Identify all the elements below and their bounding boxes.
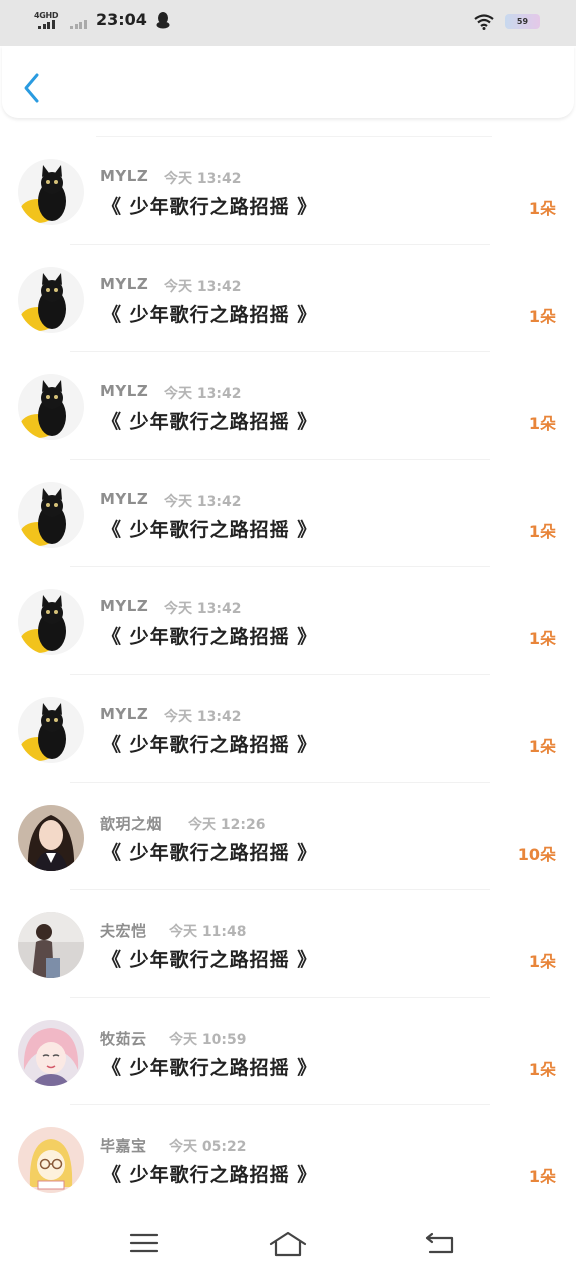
book-title: 《 少年歌行之路招摇 》 — [102, 1056, 318, 1079]
book-title: 《 少年歌行之路招摇 》 — [102, 196, 318, 218]
list-item[interactable]: MYLZ 今天 13:42 《 少年歌行之路招摇 》 1朵 — [0, 567, 576, 675]
list-item[interactable]: MYLZ 今天 13:42 《 少年歌行之路招摇 》 1朵 — [0, 245, 576, 353]
flower-count: 1朵 — [528, 1167, 556, 1187]
gift-time: 今天 05:22 — [169, 1139, 247, 1156]
sender-name: MYLZ — [100, 382, 149, 401]
flower-count: 1朵 — [528, 736, 556, 756]
qq-icon — [156, 11, 170, 33]
flower-count: 1朵 — [528, 629, 556, 649]
book-title: 《 少年歌行之路招摇 》 — [102, 733, 318, 756]
sender-name: 歆玥之烟 — [100, 814, 163, 833]
list-item[interactable]: MYLZ 今天 13:42 《 少年歌行之路招摇 》 1朵 — [0, 675, 576, 783]
avatar[interactable] — [18, 266, 84, 333]
system-nav-bar — [0, 1212, 576, 1280]
signal-2-icon — [70, 20, 87, 29]
book-title: 《 少年歌行之路招摇 》 — [102, 841, 318, 864]
list-item[interactable]: MYLZ 今天 13:42 《 少年歌行之路招摇 》 1朵 — [0, 352, 576, 460]
avatar[interactable] — [18, 374, 84, 441]
flower-count: 1朵 — [528, 1059, 556, 1079]
book-title: 《 少年歌行之路招摇 》 — [102, 303, 318, 326]
flower-count: 1朵 — [528, 952, 556, 972]
flower-count: 1朵 — [528, 521, 556, 541]
sender-name: MYLZ — [100, 597, 149, 616]
nav-bar — [2, 46, 574, 118]
sender-name: 毕嘉宝 — [100, 1137, 147, 1156]
list-item[interactable]: 夫宏恺 今天 11:48 《 少年歌行之路招摇 》 1朵 — [0, 890, 576, 998]
gift-time: 今天 13:42 — [164, 386, 242, 403]
flower-count: 1朵 — [528, 306, 556, 326]
sender-name: 牧茹云 — [100, 1029, 147, 1048]
gift-time: 今天 13:42 — [164, 278, 242, 295]
gift-time: 今天 13:42 — [164, 493, 242, 510]
back-button[interactable] — [20, 72, 44, 104]
list-item[interactable]: MYLZ 今天 13:42 《 少年歌行之路招摇 》 1朵 — [0, 137, 576, 245]
book-title: 《 少年歌行之路招摇 》 — [102, 518, 318, 541]
flower-count: 1朵 — [528, 199, 556, 218]
status-bar: 4GHD 23:04 59 — [0, 0, 576, 46]
gift-time: 今天 13:42 — [164, 708, 242, 725]
avatar[interactable] — [18, 589, 84, 656]
book-title: 《 少年歌行之路招摇 》 — [102, 626, 318, 649]
home-icon — [269, 1231, 307, 1257]
avatar[interactable] — [18, 912, 84, 979]
network-type: 4GHD — [34, 11, 59, 20]
gift-time: 今天 10:59 — [169, 1031, 247, 1048]
battery-indicator: 59 — [505, 14, 540, 29]
back-nav-button[interactable] — [424, 1230, 456, 1260]
avatar[interactable] — [18, 804, 84, 871]
clock: 23:04 — [96, 10, 147, 29]
sender-name: MYLZ — [100, 489, 149, 508]
avatar[interactable] — [18, 159, 84, 225]
avatar[interactable] — [18, 1127, 84, 1194]
sender-name: MYLZ — [100, 704, 149, 723]
list-item[interactable]: 牧茹云 今天 10:59 《 少年歌行之路招摇 》 1朵 — [0, 998, 576, 1106]
sender-name: MYLZ — [100, 274, 149, 293]
menu-icon — [129, 1233, 159, 1253]
gift-time: 今天 13:42 — [164, 171, 242, 187]
avatar[interactable] — [18, 1019, 84, 1086]
list-item[interactable]: 毕嘉宝 今天 05:22 《 少年歌行之路招摇 》 1朵 — [0, 1105, 576, 1213]
flower-count: 1朵 — [528, 414, 556, 434]
signal-icon — [38, 20, 55, 29]
avatar[interactable] — [18, 696, 84, 763]
home-button[interactable] — [268, 1230, 308, 1262]
chevron-left-icon — [24, 73, 39, 103]
menu-button[interactable] — [129, 1230, 159, 1260]
wifi-icon — [474, 14, 494, 34]
gift-time: 今天 13:42 — [164, 601, 242, 618]
avatar[interactable] — [18, 481, 84, 548]
list-item[interactable]: MYLZ 今天 13:42 《 少年歌行之路招摇 》 1朵 — [0, 460, 576, 568]
gift-time: 今天 12:26 — [188, 816, 266, 833]
list-item[interactable]: 歆玥之烟 今天 12:26 《 少年歌行之路招摇 》 10朵 — [0, 783, 576, 891]
book-title: 《 少年歌行之路招摇 》 — [102, 1164, 318, 1187]
sender-name: 夫宏恺 — [100, 922, 147, 941]
book-title: 《 少年歌行之路招摇 》 — [102, 949, 318, 972]
gift-time: 今天 11:48 — [169, 924, 247, 941]
gift-list: MYLZ 今天 13:42 《 少年歌行之路招摇 》 1朵 MYLZ 今天 13… — [0, 137, 576, 1213]
book-title: 《 少年歌行之路招摇 》 — [102, 411, 318, 434]
flower-count: 10朵 — [517, 844, 556, 864]
sender-name: MYLZ — [100, 167, 149, 185]
return-icon — [425, 1232, 454, 1254]
